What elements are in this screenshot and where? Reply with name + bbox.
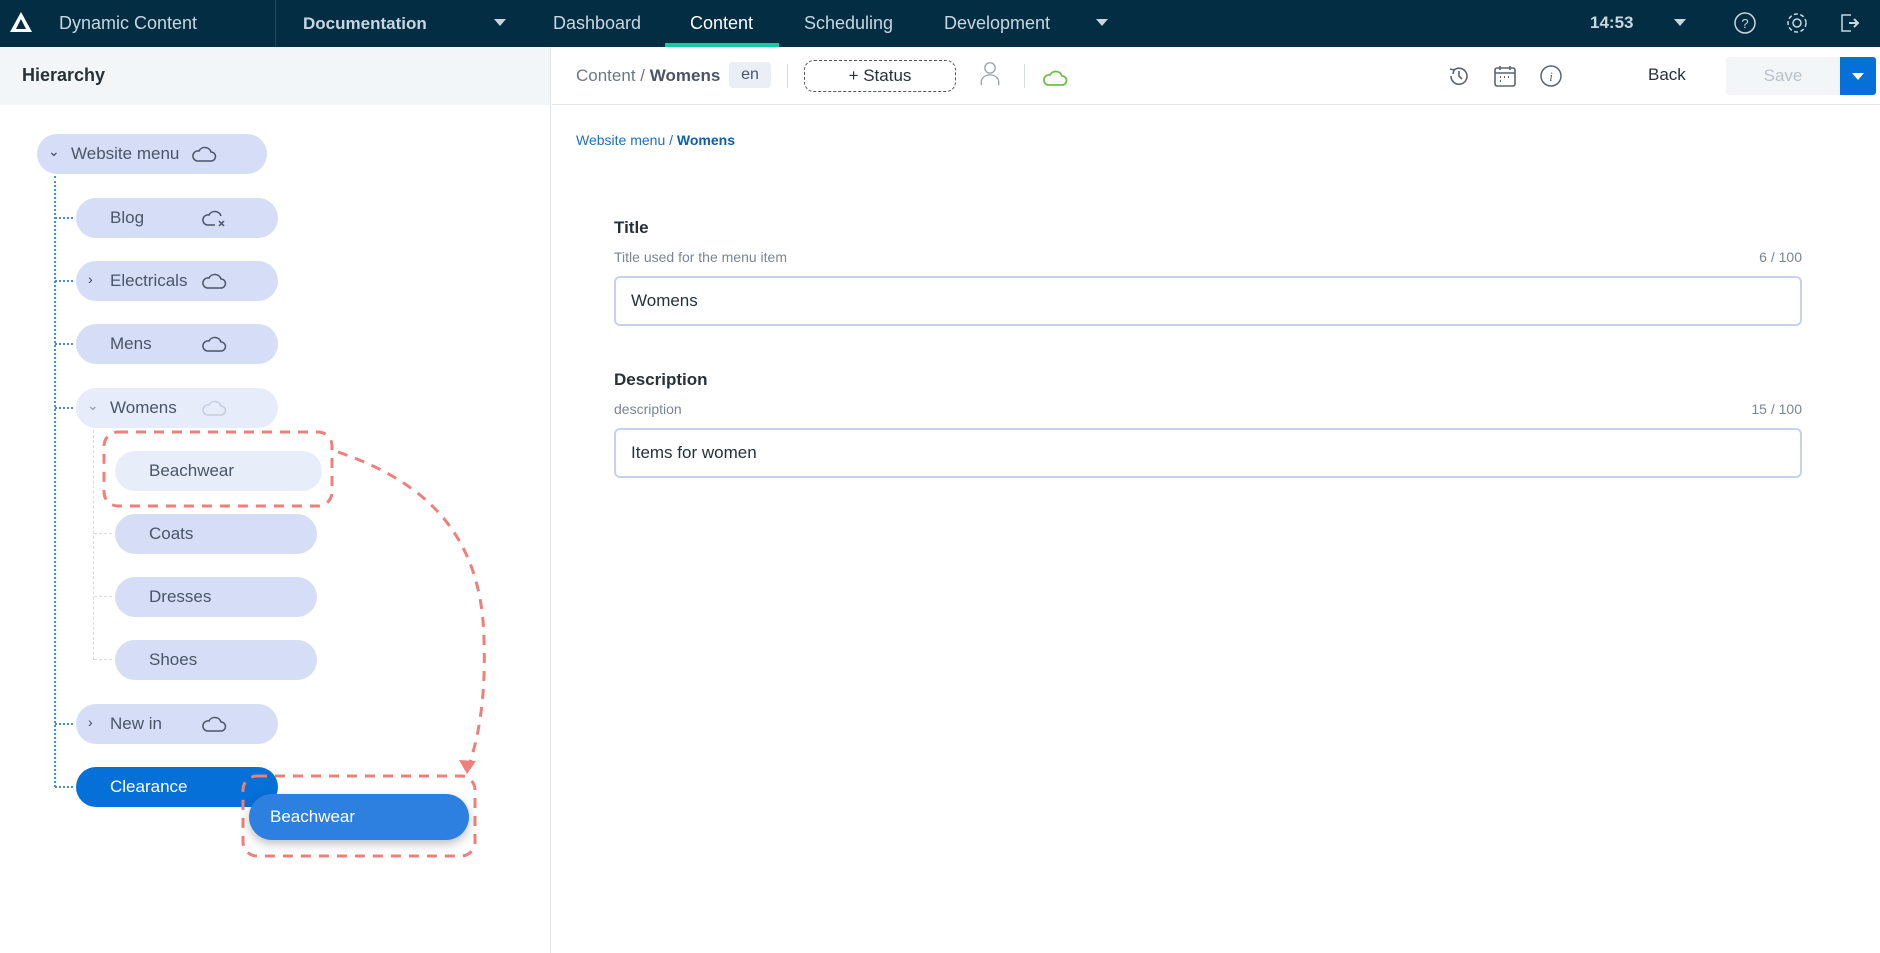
divider — [1024, 64, 1025, 88]
title-field-help: Title used for the menu item — [614, 249, 788, 265]
description-char-count: 15 / 100 — [1751, 401, 1802, 417]
hub-dropdown-caret-icon[interactable] — [494, 19, 506, 26]
top-nav-bar: Dynamic Content Documentation Dashboard … — [0, 0, 1880, 47]
tree-connector — [94, 533, 112, 534]
tree-node-website-menu[interactable]: ⌄ Website menu — [37, 134, 267, 174]
tab-scheduling[interactable]: Scheduling — [804, 13, 893, 34]
header-breadcrumb: Content / Womens — [576, 66, 720, 86]
crumb-parent[interactable]: Website menu — [576, 132, 665, 148]
clock-dropdown-caret-icon[interactable] — [1674, 19, 1686, 26]
crumb-separator: / — [640, 66, 646, 85]
settings-gear-icon[interactable] — [1784, 10, 1810, 36]
crumb-root[interactable]: Content — [576, 66, 636, 85]
clock: 14:53 — [1590, 13, 1634, 32]
tree-connector — [93, 430, 94, 660]
tree-node-coats[interactable]: Coats — [115, 514, 317, 554]
save-button[interactable]: Save — [1726, 57, 1840, 95]
content-header: Content / Womens en + Status i Back Save — [552, 47, 1880, 105]
tree-node-beachwear[interactable]: Beachwear — [115, 451, 322, 491]
tree-node-label: Beachwear — [149, 461, 235, 480]
crumb-separator: / — [669, 132, 674, 148]
amplience-logo-icon — [10, 12, 32, 32]
tree-node-label: Website menu — [71, 144, 180, 163]
title-char-count: 6 / 100 — [1759, 249, 1802, 265]
hierarchy-breadcrumb: Website menu / Womens — [576, 132, 735, 148]
tree-node-label: Womens — [110, 398, 177, 417]
title-field-label: Title — [614, 218, 649, 237]
divider — [787, 64, 788, 88]
tree-connector — [55, 217, 73, 219]
cloud-icon — [192, 146, 217, 162]
help-icon[interactable]: ? — [1732, 10, 1758, 36]
tree-node-electricals[interactable]: › Electricals — [76, 261, 278, 301]
tree-node-blog[interactable]: Blog — [76, 198, 278, 238]
cloud-icon — [202, 336, 227, 352]
cloud-icon — [202, 273, 227, 289]
tree-node-womens[interactable]: ⌄ Womens — [76, 388, 278, 428]
tree-node-label: Electricals — [110, 271, 188, 290]
tree-connector — [55, 343, 73, 345]
tree-node-label: Dresses — [149, 587, 212, 606]
tab-dashboard[interactable]: Dashboard — [553, 13, 641, 34]
cloud-icon — [202, 716, 227, 732]
cloud-error-icon — [202, 210, 225, 227]
chevron-down-icon[interactable]: ⌄ — [48, 143, 60, 160]
dragged-node-beachwear[interactable]: Beachwear — [249, 794, 469, 840]
tree-connector — [55, 280, 73, 282]
add-status-button[interactable]: + Status — [804, 60, 956, 92]
tree-node-new-in[interactable]: › New in — [76, 704, 278, 744]
tab-development[interactable]: Development — [944, 13, 1050, 34]
hub-selector[interactable]: Documentation — [303, 14, 427, 34]
description-field-help: description — [614, 401, 682, 417]
chevron-right-icon[interactable]: › — [88, 271, 93, 287]
tree-node-label: Coats — [149, 524, 194, 543]
crumb-current: Womens — [676, 132, 735, 148]
tree-node-clearance[interactable]: Clearance — [76, 767, 278, 807]
tree-node-label: Blog — [110, 208, 145, 227]
title-input[interactable]: Womens — [614, 276, 1802, 326]
info-icon[interactable]: i — [1538, 63, 1564, 89]
more-tabs-caret-icon[interactable] — [1096, 19, 1108, 26]
back-button[interactable]: Back — [1648, 65, 1686, 85]
divider — [275, 0, 276, 47]
tree-node-shoes[interactable]: Shoes — [115, 640, 317, 680]
svg-text:?: ? — [1741, 16, 1748, 31]
history-icon[interactable] — [1446, 63, 1472, 89]
published-cloud-icon — [1043, 70, 1068, 86]
tree-node-mens[interactable]: Mens — [76, 324, 278, 364]
hierarchy-title: Hierarchy — [22, 65, 106, 85]
locale-badge[interactable]: en — [729, 62, 771, 88]
app-title: Dynamic Content — [59, 13, 198, 33]
schedule-calendar-icon[interactable] — [1492, 63, 1518, 89]
tree-node-label: Clearance — [110, 777, 188, 796]
tree-connector — [55, 723, 73, 725]
tree-node-dresses[interactable]: Dresses — [115, 577, 317, 617]
chevron-right-icon[interactable]: › — [88, 714, 93, 730]
tree-connector — [94, 596, 112, 597]
description-field-label: Description — [614, 370, 708, 389]
svg-text:i: i — [1549, 69, 1553, 84]
hierarchy-header: Hierarchy — [0, 47, 550, 105]
tree-node-label: New in — [110, 714, 162, 733]
tree-node-label: Shoes — [149, 650, 198, 669]
tree-connector — [54, 176, 56, 787]
logout-icon[interactable] — [1836, 10, 1862, 36]
assignee-user-icon[interactable] — [977, 61, 1003, 87]
chevron-down-icon[interactable]: ⌄ — [87, 397, 99, 414]
crumb-current: Womens — [649, 66, 721, 85]
tree-connector — [55, 786, 73, 788]
cloud-icon — [202, 400, 227, 416]
chevron-down-icon — [1852, 73, 1864, 80]
save-options-dropdown[interactable] — [1840, 57, 1876, 95]
description-input[interactable]: Items for women — [614, 428, 1802, 478]
tree-connector — [55, 407, 73, 409]
tree-node-label: Mens — [110, 334, 152, 353]
tree-connector — [94, 659, 112, 660]
tab-content[interactable]: Content — [690, 13, 753, 34]
